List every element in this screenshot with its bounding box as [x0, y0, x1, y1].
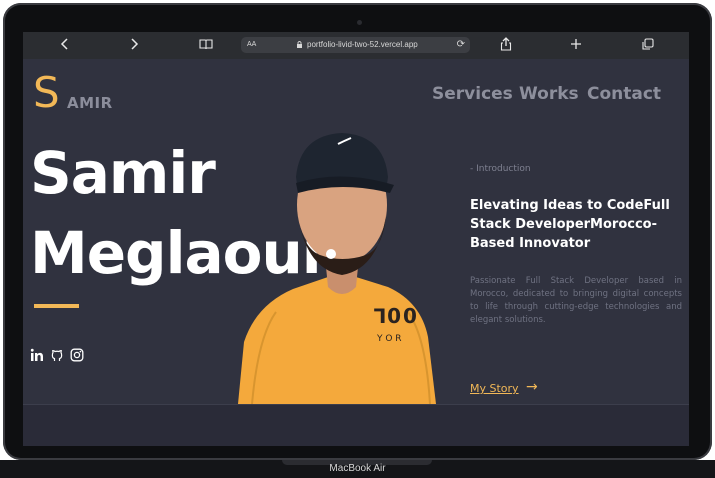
portrait-photo: [238, 133, 436, 404]
camera-dot: [357, 20, 362, 25]
address-bar[interactable]: AA portfolio-livid-two-52.vercel.app ⟳: [241, 37, 470, 53]
url-text: portfolio-livid-two-52.vercel.app: [307, 40, 418, 49]
text-size-button[interactable]: AA: [247, 37, 256, 53]
portfolio-page: S AMIR Services Works Contact Samir Megl…: [23, 59, 689, 404]
book-icon[interactable]: [199, 37, 213, 56]
linkedin-icon[interactable]: [30, 347, 44, 361]
chevron-left-icon[interactable]: [60, 37, 70, 56]
github-icon[interactable]: [50, 347, 64, 361]
shirt-print-2: Y O R: [377, 334, 402, 344]
hero-underline: [34, 304, 79, 308]
lock-icon: [296, 37, 303, 60]
chevron-right-icon[interactable]: [129, 37, 139, 56]
reload-icon[interactable]: ⟳: [457, 37, 465, 53]
nav-contact[interactable]: Contact: [587, 83, 661, 105]
logo-text[interactable]: AMIR: [67, 94, 113, 112]
hero-dot: [326, 249, 336, 259]
intro-label: - Introduction: [470, 164, 531, 174]
browser-toolbar: AA portfolio-livid-two-52.vercel.app ⟳: [23, 32, 689, 59]
shirt-print: ⅂00: [374, 304, 419, 328]
nav-services[interactable]: Services: [432, 83, 513, 105]
logo-initial[interactable]: S: [33, 69, 60, 117]
arrow-right-icon[interactable]: →: [526, 379, 538, 395]
instagram-icon[interactable]: [70, 347, 84, 362]
next-section: [23, 404, 689, 446]
share-icon[interactable]: [500, 37, 512, 56]
screen: AA portfolio-livid-two-52.vercel.app ⟳ S…: [23, 32, 689, 446]
hero-first-name: Samir: [30, 139, 216, 207]
device-label: MacBook Air: [329, 463, 386, 474]
nav-works[interactable]: Works: [519, 83, 579, 105]
tabs-icon[interactable]: [641, 37, 654, 56]
my-story-link[interactable]: My Story: [470, 382, 519, 395]
hero-description: Passionate Full Stack Developer based in…: [470, 276, 682, 325]
plus-icon[interactable]: [570, 37, 582, 56]
hero-headline: Elevating Ideas to CodeFull Stack Develo…: [470, 198, 670, 251]
